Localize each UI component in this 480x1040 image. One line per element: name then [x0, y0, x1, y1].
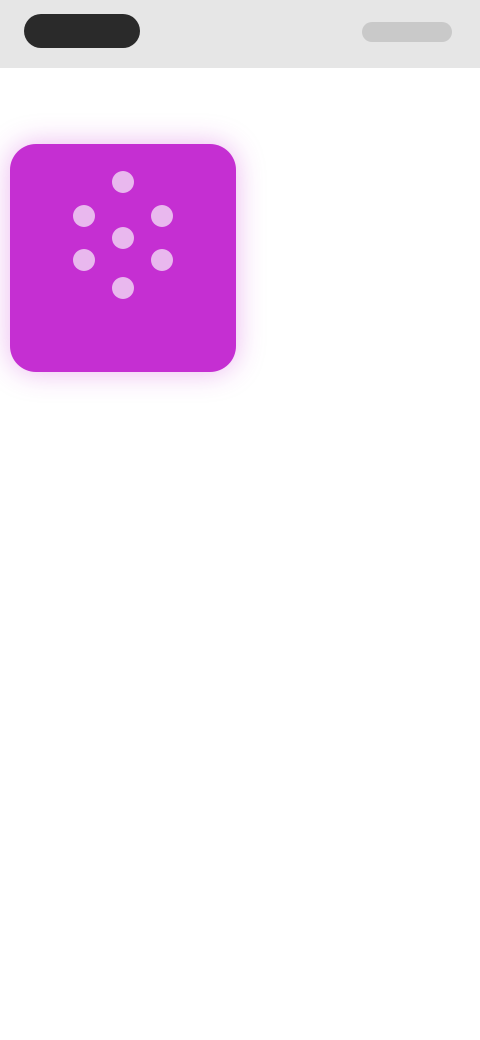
status-icons — [362, 22, 452, 42]
dotted-circle-icon — [73, 171, 173, 299]
back-button[interactable] — [22, 90, 70, 118]
page-title — [168, 92, 312, 116]
status-bar — [0, 0, 480, 68]
nav-action-button[interactable] — [422, 88, 454, 120]
status-time-pill — [24, 14, 140, 48]
app-tile[interactable] — [10, 144, 236, 372]
navigation-bar — [0, 68, 480, 140]
